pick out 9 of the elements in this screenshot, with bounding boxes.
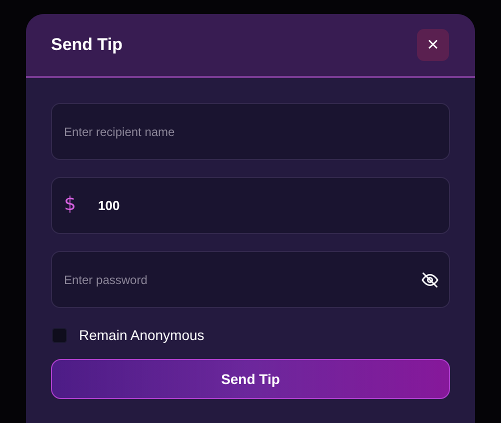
close-button[interactable]: × (417, 29, 449, 61)
dollar-icon: $ (64, 195, 76, 214)
checkbox-label: Remain Anonymous (79, 327, 204, 343)
checkbox[interactable] (52, 328, 67, 342)
eye-off-icon[interactable] (421, 271, 439, 289)
recipient-field[interactable]: Enter recipient name (51, 103, 450, 160)
send-tip-button[interactable]: Send Tip (51, 359, 450, 399)
password-field[interactable]: Enter password (51, 251, 450, 308)
dialog-title: Send Tip (51, 35, 122, 55)
